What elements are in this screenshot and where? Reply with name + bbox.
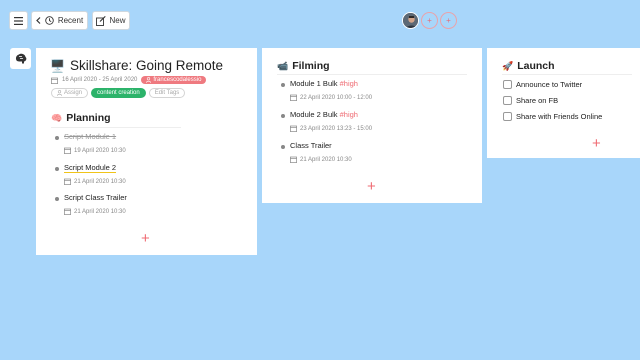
camera-emoji-icon: 📹: [277, 60, 289, 71]
board-meta: 16 April 2020 - 25 April 2020 francescod…: [51, 76, 207, 84]
checklist-item[interactable]: Announce to Twitter: [503, 80, 582, 89]
list-title-text: Filming: [292, 60, 330, 72]
task-title: Script Module 1: [64, 132, 117, 141]
owner-name: francescodalessio: [153, 77, 202, 83]
bullet-icon: [281, 83, 285, 87]
task-date-text: 23 April 2020 13:23 - 15:00: [300, 125, 373, 132]
bullet-icon: [55, 197, 59, 201]
list-title-planning[interactable]: 🧠 Planning: [51, 112, 111, 124]
task-date-text: 19 April 2020 10:30: [74, 147, 126, 154]
add-task-button[interactable]: +: [141, 231, 150, 246]
task-date-text: 21 April 2020 10:30: [300, 156, 352, 163]
tag-label: content creation: [97, 90, 140, 96]
new-button[interactable]: New: [92, 11, 130, 30]
menu-button[interactable]: [9, 11, 28, 30]
user-icon: [146, 77, 152, 83]
recent-label: Recent: [57, 16, 84, 25]
calendar-icon: [290, 125, 297, 132]
task-date: 21 April 2020 10:30: [64, 178, 126, 185]
person-icon: [403, 13, 418, 28]
content-creation-tag[interactable]: content creation: [91, 88, 146, 98]
clock-icon: [45, 16, 54, 25]
list-title-text: Launch: [517, 60, 555, 72]
side-panel-button[interactable]: [10, 48, 31, 69]
calendar-icon: [51, 77, 58, 84]
checkbox[interactable]: [503, 96, 512, 105]
rocket-emoji-icon: 🚀: [502, 60, 514, 71]
add-item-button[interactable]: +: [592, 136, 601, 151]
new-label: New: [109, 16, 126, 25]
list-title-launch[interactable]: 🚀 Launch: [502, 60, 555, 72]
board-date-range: 16 April 2020 - 25 April 2020: [62, 77, 138, 83]
task-date: 19 April 2020 10:30: [64, 147, 126, 154]
task-title-text: Module 2 Bulk: [290, 110, 338, 119]
tag-row: Assign content creation Edit Tags: [51, 88, 186, 98]
bullet-icon: [281, 114, 285, 118]
owner-badge[interactable]: francescodalessio: [141, 76, 207, 84]
add-collaborator-button[interactable]: +: [421, 12, 438, 29]
checklist-item[interactable]: Share on FB: [503, 96, 558, 105]
task-date: 23 April 2020 13:23 - 15:00: [290, 125, 372, 132]
task-date: 21 April 2020 10:30: [290, 156, 352, 163]
user-icon: [57, 90, 62, 96]
bullet-icon: [55, 167, 59, 171]
task-date: 22 April 2020 10:00 - 12:00: [290, 94, 372, 101]
checkbox[interactable]: [503, 80, 512, 89]
task-date-text: 21 April 2020 10:30: [74, 208, 126, 215]
plus-icon: +: [427, 16, 432, 25]
checklist-item[interactable]: Share with Friends Online: [503, 112, 602, 121]
hamburger-icon: [14, 16, 23, 25]
task-title: Module 2 Bulk #high: [290, 110, 358, 119]
add-task-button[interactable]: +: [367, 179, 376, 194]
assign-label: Assign: [64, 90, 83, 96]
add-collaborator-button-2[interactable]: +: [440, 12, 457, 29]
brain-icon: [15, 53, 26, 64]
divider: [51, 127, 181, 128]
list-title-text: Planning: [66, 112, 111, 124]
priority-tag[interactable]: #high: [340, 79, 358, 88]
edit-tags-label: Edit Tags: [154, 90, 180, 96]
computer-emoji-icon: 🖥️: [50, 58, 65, 73]
task-title: Script Class Trailer: [64, 193, 127, 202]
divider: [502, 74, 632, 75]
board-card-launch: 🚀 Launch Announce to Twitter Share on FB…: [487, 48, 640, 158]
task-title-text: Module 1 Bulk: [290, 79, 338, 88]
calendar-icon: [290, 156, 297, 163]
task-date: 21 April 2020 10:30: [64, 208, 126, 215]
priority-tag[interactable]: #high: [340, 110, 358, 119]
calendar-icon: [64, 147, 71, 154]
calendar-icon: [64, 208, 71, 215]
divider: [277, 74, 467, 75]
plus-icon: +: [446, 16, 451, 25]
assign-tag-button[interactable]: Assign: [51, 88, 89, 98]
checklist-item-label: Announce to Twitter: [516, 80, 583, 89]
task-title: Class Trailer: [290, 141, 332, 150]
brain-emoji-icon: 🧠: [51, 112, 63, 123]
bullet-icon: [55, 136, 59, 140]
task-title: Script Module 2: [64, 163, 117, 173]
bullet-icon: [281, 145, 285, 149]
compose-icon: [96, 15, 107, 26]
task-date-text: 21 April 2020 10:30: [74, 178, 126, 185]
board-card-planning: 🖥️ Skillshare: Going Remote 16 April 202…: [36, 48, 257, 255]
calendar-icon: [64, 178, 71, 185]
recent-button[interactable]: Recent: [31, 11, 88, 30]
edit-tags-button[interactable]: Edit Tags: [148, 88, 186, 98]
checklist-item-label: Share with Friends Online: [516, 112, 603, 121]
board-title-text: Skillshare: Going Remote: [69, 58, 224, 73]
checkbox[interactable]: [503, 112, 512, 121]
user-avatar[interactable]: [402, 12, 419, 29]
board-title[interactable]: 🖥️ Skillshare: Going Remote: [50, 58, 223, 73]
calendar-icon: [290, 94, 297, 101]
list-title-filming[interactable]: 📹 Filming: [277, 60, 330, 72]
board-card-filming: 📹 Filming Module 1 Bulk #high 22 April 2…: [262, 48, 482, 203]
task-date-text: 22 April 2020 10:00 - 12:00: [300, 94, 373, 101]
chevron-left-icon: [35, 17, 41, 24]
task-title: Module 1 Bulk #high: [290, 79, 358, 88]
checklist-item-label: Share on FB: [516, 96, 559, 105]
